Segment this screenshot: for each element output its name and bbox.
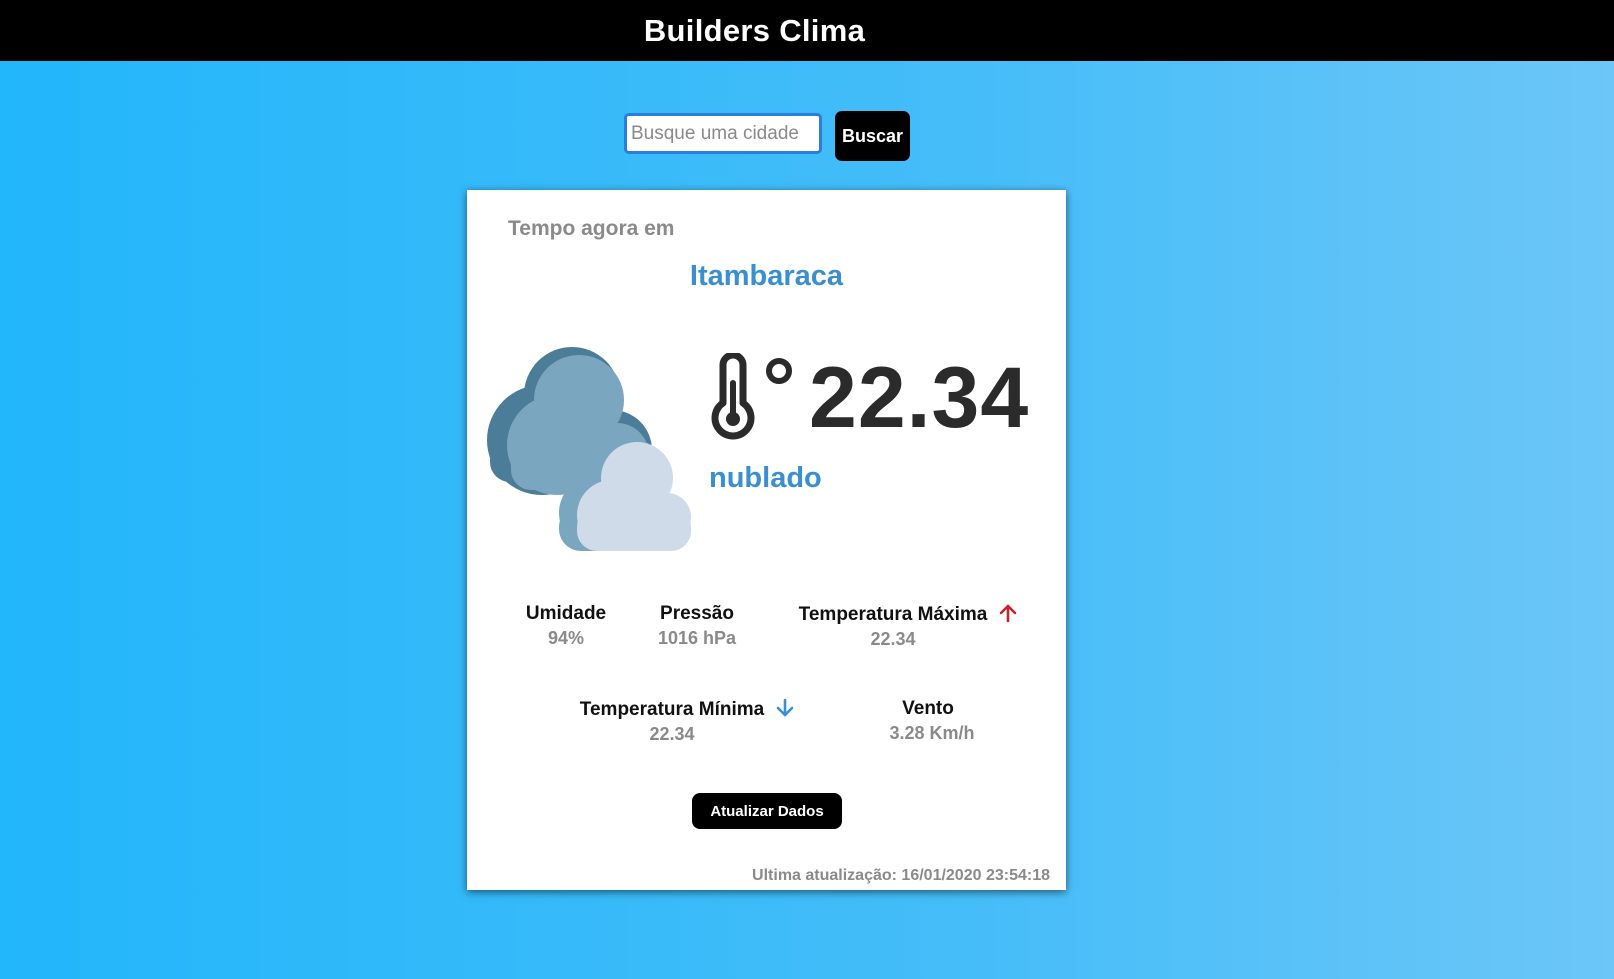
humidity-value: 94% bbox=[547, 628, 585, 648]
last-update-timestamp: Ultima atualização: 16/01/2020 23:54:18 bbox=[752, 867, 1050, 884]
arrow-down-icon bbox=[776, 698, 794, 717]
weather-subtitle: Tempo agora em bbox=[508, 217, 675, 240]
top-bar: Builders Clima bbox=[0, 0, 1614, 61]
refresh-data-button[interactable]: Atualizar Dados bbox=[692, 793, 842, 829]
pressure-label: Pressão bbox=[660, 603, 734, 624]
wind-value: 3.28 Km/h bbox=[889, 723, 975, 743]
thermometer-celsius-icon bbox=[711, 353, 792, 440]
temp-max-value: 22.34 bbox=[870, 629, 916, 649]
cloud-icon bbox=[487, 347, 691, 551]
search-button[interactable]: Buscar bbox=[835, 111, 910, 161]
weather-description: nublado bbox=[709, 462, 822, 494]
search-input[interactable] bbox=[624, 113, 822, 154]
pressure-value: 1016 hPa bbox=[657, 628, 737, 648]
app-title: Builders Clima bbox=[643, 12, 866, 48]
city-name: Itambaraca bbox=[689, 260, 844, 292]
stat-wind: Vento 3.28 Km/h bbox=[877, 698, 987, 744]
arrow-up-icon bbox=[1000, 604, 1017, 623]
temp-min-value: 22.34 bbox=[649, 724, 695, 744]
stat-temp-max: Temperatura Máxima 22.34 bbox=[778, 603, 1038, 650]
stat-humidity: Umidade 94% bbox=[517, 603, 615, 649]
weather-card: Tempo agora em Itambaraca 22.34 nublado … bbox=[467, 190, 1066, 890]
temp-max-label: Temperatura Máxima bbox=[798, 604, 988, 625]
stat-temp-min: Temperatura Mínima 22.34 bbox=[567, 698, 807, 745]
humidity-label: Umidade bbox=[525, 603, 607, 624]
stat-pressure: Pressão 1016 hPa bbox=[650, 603, 744, 649]
temperature-value: 22.34 bbox=[809, 350, 1030, 446]
temp-min-label: Temperatura Mínima bbox=[579, 699, 765, 720]
wind-label: Vento bbox=[902, 698, 954, 719]
